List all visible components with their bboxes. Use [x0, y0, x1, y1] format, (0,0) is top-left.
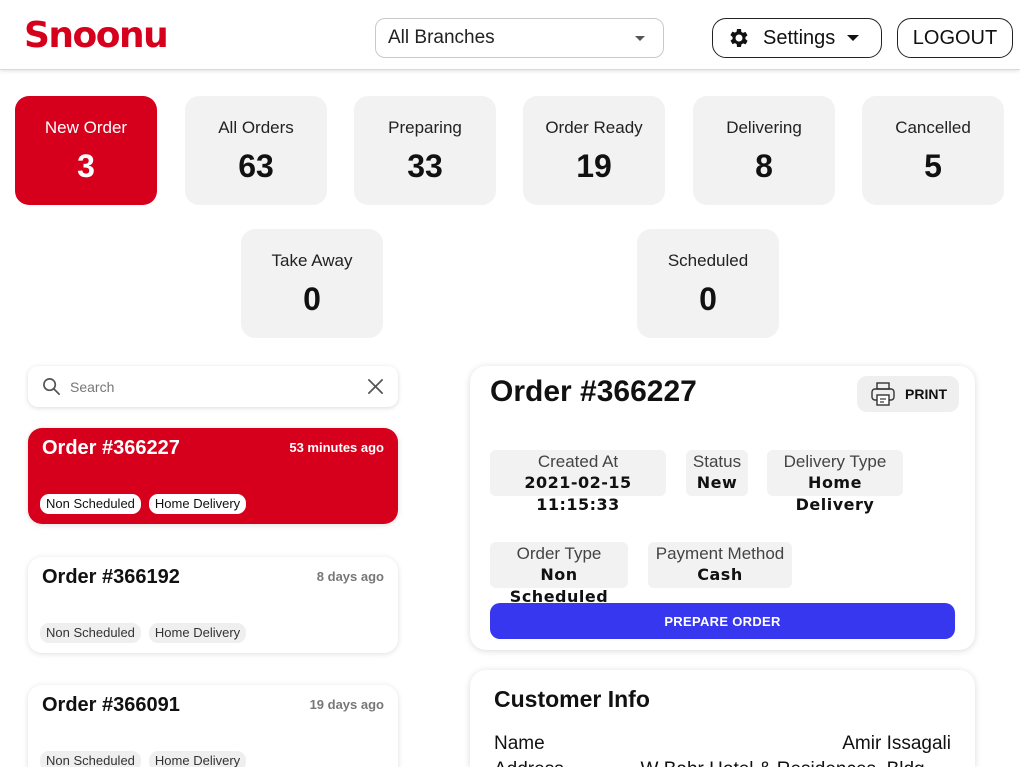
- customer-info-title: Customer Info: [494, 686, 650, 712]
- tag-delivery-type: Home Delivery: [148, 494, 247, 514]
- field-value: Home Delivery: [795, 473, 875, 514]
- stat-count: 19: [576, 148, 612, 184]
- close-icon[interactable]: [367, 378, 384, 395]
- chevron-down-icon: [847, 35, 860, 41]
- stat-scheduled[interactable]: Scheduled 0: [637, 229, 779, 338]
- stat-label: Order Ready: [545, 118, 643, 137]
- customer-name-value: Amir Issagali: [842, 733, 951, 754]
- order-tags: Non Scheduled Home Delivery: [40, 623, 247, 643]
- branch-select-value: All Branches: [388, 27, 495, 48]
- stat-delivering[interactable]: Delivering 8: [693, 96, 835, 205]
- stat-take-away[interactable]: Take Away 0: [241, 229, 383, 338]
- tag-order-type: Non Scheduled: [40, 494, 141, 514]
- field-delivery-type: Delivery Type Home Delivery: [767, 450, 903, 514]
- prepare-order-button[interactable]: PREPARE ORDER: [490, 603, 955, 639]
- field-label: Status: [692, 452, 742, 471]
- stat-label: Scheduled: [667, 251, 749, 270]
- stat-label: New Order: [44, 118, 128, 137]
- field-created-at: Created At 2021-02-15 11:15:33: [490, 450, 666, 514]
- order-detail-panel: Order #366227 PRINT Created At 2021-02-1…: [470, 366, 975, 650]
- order-time-ago: 19 days ago: [309, 697, 384, 712]
- tag-order-type: Non Scheduled: [40, 751, 141, 767]
- stat-label: Delivering: [726, 118, 802, 137]
- customer-name-label: Name: [494, 733, 545, 754]
- order-list-item[interactable]: Order #366192 8 days ago Non Scheduled H…: [28, 557, 398, 653]
- settings-button[interactable]: Settings: [712, 18, 882, 58]
- field-order-type: Order Type Non Scheduled: [490, 542, 628, 606]
- search-input[interactable]: [70, 375, 350, 399]
- top-bar: Snoonu All Branches Settings LOGOUT: [0, 0, 1020, 70]
- stat-count: 3: [77, 148, 95, 184]
- tag-delivery-type: Home Delivery: [148, 623, 247, 643]
- stat-label: Take Away: [271, 251, 353, 270]
- field-value: New: [696, 473, 738, 492]
- order-tags: Non Scheduled Home Delivery: [40, 751, 247, 767]
- field-value: Non Scheduled: [509, 565, 609, 606]
- chevron-down-icon: [635, 36, 645, 41]
- snoonu-logo[interactable]: Snoonu: [24, 14, 169, 58]
- stat-order-ready[interactable]: Order Ready 19: [523, 96, 665, 205]
- field-value: Cash: [697, 565, 743, 584]
- stat-count: 5: [924, 148, 942, 184]
- printer-icon: [871, 382, 895, 406]
- stat-label: Cancelled: [895, 118, 971, 137]
- stat-count: 33: [407, 148, 443, 184]
- stat-count: 0: [303, 281, 321, 317]
- stat-preparing[interactable]: Preparing 33: [354, 96, 496, 205]
- order-number: Order #366227: [42, 437, 180, 459]
- field-label: Payment Method: [655, 544, 785, 563]
- gear-icon: [730, 29, 748, 47]
- order-detail-title: Order #366227: [490, 375, 697, 408]
- stat-all-orders[interactable]: All Orders 63: [185, 96, 327, 205]
- branch-select[interactable]: All Branches: [375, 18, 664, 58]
- customer-address-row: Address W Bahr Hotel & Residences, Bldg.…: [494, 759, 951, 767]
- field-label: Order Type: [516, 544, 602, 563]
- field-payment-method: Payment Method Cash: [648, 542, 792, 588]
- stat-count: 8: [755, 148, 773, 184]
- stat-count: 0: [699, 281, 717, 317]
- logout-button[interactable]: LOGOUT: [897, 18, 1013, 58]
- order-list-item[interactable]: Order #366227 53 minutes ago Non Schedul…: [28, 428, 398, 524]
- stat-label: Preparing: [388, 118, 462, 137]
- customer-address-label: Address: [494, 759, 564, 767]
- order-list-item[interactable]: Order #366091 19 days ago Non Scheduled …: [28, 685, 398, 767]
- field-label: Created At: [537, 452, 619, 471]
- customer-address-value: W Bahr Hotel & Residences, Bldg. ...: [641, 759, 951, 767]
- order-time-ago: 53 minutes ago: [289, 440, 384, 455]
- field-value: 2021-02-15 11:15:33: [524, 473, 632, 514]
- print-label: PRINT: [905, 386, 947, 402]
- stat-new-order[interactable]: New Order 3: [15, 96, 157, 205]
- order-tags: Non Scheduled Home Delivery: [40, 494, 247, 514]
- tag-order-type: Non Scheduled: [40, 623, 141, 643]
- settings-label: Settings: [763, 26, 836, 49]
- stat-count: 63: [238, 148, 274, 184]
- print-button[interactable]: PRINT: [857, 376, 959, 412]
- field-label: Delivery Type: [783, 452, 887, 471]
- customer-info-panel: Customer Info Name Amir Issagali Address…: [470, 670, 975, 767]
- order-search-box: [28, 366, 398, 407]
- field-status: Status New: [686, 450, 748, 496]
- tag-delivery-type: Home Delivery: [148, 751, 247, 767]
- customer-name-row: Name Amir Issagali: [494, 733, 951, 755]
- search-icon: [43, 378, 60, 395]
- order-time-ago: 8 days ago: [316, 569, 384, 584]
- order-number: Order #366091: [42, 694, 180, 716]
- stat-label: All Orders: [218, 118, 294, 137]
- order-number: Order #366192: [42, 566, 180, 588]
- stat-cancelled[interactable]: Cancelled 5: [862, 96, 1004, 205]
